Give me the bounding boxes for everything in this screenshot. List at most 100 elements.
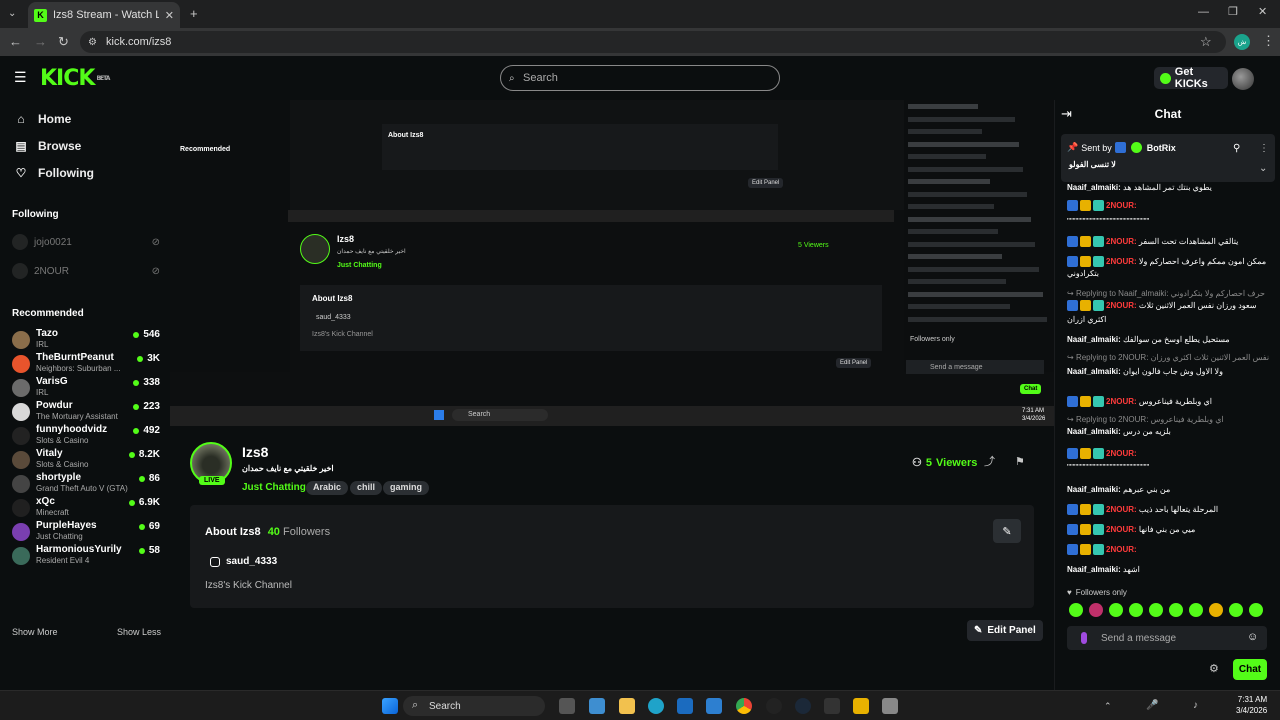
emoji-icon[interactable]: ☺ xyxy=(1247,631,1258,644)
chat-username[interactable]: 2NOUR xyxy=(1106,525,1134,534)
tray-chevron-icon[interactable]: ⌃ xyxy=(1104,700,1112,713)
instagram-link[interactable]: saud_4333 xyxy=(210,556,277,567)
chat-message[interactable]: 2NOUR: يتالقي المشاهدات تحت السفر xyxy=(1067,236,1275,248)
chat-username[interactable]: 2NOUR xyxy=(1106,257,1134,266)
speaker-icon[interactable]: ♪ xyxy=(1193,699,1198,712)
outlook-icon[interactable] xyxy=(706,698,722,714)
chat-username[interactable]: Naaif_almaiki xyxy=(1067,335,1118,344)
tag-chill[interactable]: chill xyxy=(350,481,383,495)
profile-icon[interactable]: ش xyxy=(1234,34,1250,50)
chat-message[interactable]: Naaif_almaiki: اشهد xyxy=(1067,564,1275,575)
user-avatar[interactable] xyxy=(1232,68,1254,90)
share-icon[interactable]: ⤴ xyxy=(984,456,995,469)
emote-icon[interactable] xyxy=(1149,603,1163,617)
following-item[interactable]: 2NOUR ⊘ xyxy=(12,263,160,279)
pinned-menu-icon[interactable]: ⋮ xyxy=(1259,142,1269,155)
chat-username[interactable]: 2NOUR xyxy=(1106,237,1134,246)
mod-icon[interactable]: ⚑ xyxy=(1015,456,1025,469)
chat-message[interactable]: """"""""""""""""""""""""""""" xyxy=(1067,216,1275,227)
chat-message[interactable]: 2NOUR: المرحلة يتعالها باحد ذيب xyxy=(1067,504,1275,516)
bookmark-star-icon[interactable]: ☆ xyxy=(1200,35,1212,48)
emote-icon[interactable] xyxy=(1209,603,1223,617)
chat-message[interactable]: اكثري ازران xyxy=(1067,314,1275,325)
emote-icon[interactable] xyxy=(1129,603,1143,617)
recommended-channel[interactable]: Vitaly Slots & Casino 8.2K xyxy=(12,448,160,470)
search-input[interactable]: ⌕ Search xyxy=(500,65,780,91)
chat-message[interactable]: Naaif_almaiki: من بني عبرهم xyxy=(1067,484,1275,495)
recommended-channel[interactable]: TheBurntPeanut Neighbors: Suburban ... 3K xyxy=(12,352,160,374)
chat-message[interactable]: 2NOUR: اي وبلطرية فيناعروس xyxy=(1067,396,1275,408)
nav-following[interactable]: ♡ Following xyxy=(14,166,94,180)
chat-username[interactable]: 2NOUR xyxy=(1106,301,1134,310)
chat-message[interactable]: Naaif_almaiki: مستحيل يطلع اوسخ من سوالف… xyxy=(1067,334,1275,345)
windows-start-icon[interactable] xyxy=(382,698,398,714)
chat-username[interactable]: 2NOUR xyxy=(1106,545,1134,554)
edit-panel-button[interactable]: ✎ Edit Panel xyxy=(967,620,1043,641)
chat-message[interactable]: 2NOUR: xyxy=(1067,544,1275,556)
chat-username[interactable]: Naaif_almaiki xyxy=(1067,485,1118,494)
url-field[interactable]: ⚙ kick.com/izs8 ☆ xyxy=(80,31,1226,53)
chat-username[interactable]: 2NOUR xyxy=(1106,449,1134,458)
chat-input[interactable]: Send a message ☺ xyxy=(1067,626,1267,650)
chrome-icon[interactable] xyxy=(736,698,752,714)
store-icon[interactable] xyxy=(589,698,605,714)
chat-message[interactable]: 2NOUR: ميي من بني فانها xyxy=(1067,524,1275,536)
nav-browse[interactable]: ▤ Browse xyxy=(14,139,81,153)
hamburger-menu-icon[interactable]: ☰ xyxy=(14,70,27,84)
tab-menu-icon[interactable]: ⌄ xyxy=(8,7,16,20)
chat-message[interactable]: ↪ Replying to 2NOUR: اي وبلطرية فيناعروس xyxy=(1067,414,1275,425)
mic-tray-icon[interactable]: 🎤 xyxy=(1146,699,1158,712)
chat-username[interactable]: 2NOUR xyxy=(1106,505,1134,514)
category-link[interactable]: Just Chatting xyxy=(242,482,306,493)
nav-home[interactable]: ⌂ Home xyxy=(14,112,71,126)
tag-arabic[interactable]: Arabic xyxy=(306,481,349,495)
restore-icon[interactable]: ❐ xyxy=(1228,6,1238,19)
emote-icon[interactable] xyxy=(1189,603,1203,617)
emote-icon[interactable] xyxy=(1109,603,1123,617)
steam-icon[interactable] xyxy=(795,698,811,714)
more-menu-icon[interactable]: ⋮ xyxy=(1262,34,1275,47)
chat-username[interactable]: 2NOUR xyxy=(1106,397,1134,406)
file-explorer-icon[interactable] xyxy=(619,698,635,714)
edit-pencil-button[interactable]: ✎ xyxy=(993,519,1021,543)
emote-icon[interactable] xyxy=(1229,603,1243,617)
chat-message[interactable]: """"""""""""""""""""""""""""" xyxy=(1067,462,1275,473)
emote-icon[interactable] xyxy=(1249,603,1263,617)
close-tab-icon[interactable]: ✕ xyxy=(165,9,174,22)
minimize-icon[interactable]: — xyxy=(1198,6,1209,19)
edge-icon[interactable] xyxy=(648,698,664,714)
unpin-icon[interactable]: ⚲ xyxy=(1233,142,1240,155)
new-tab-icon[interactable]: + xyxy=(190,7,198,20)
close-window-icon[interactable]: ✕ xyxy=(1258,6,1267,19)
recommended-channel[interactable]: PurpleHayes Just Chatting 69 xyxy=(12,520,160,542)
reload-icon[interactable]: ↻ xyxy=(58,35,69,48)
recommended-channel[interactable]: shortyple Grand Theft Auto V (GTA) 86 xyxy=(12,472,160,494)
get-kicks-button[interactable]: Get KICKs xyxy=(1154,66,1228,90)
chat-message[interactable]: Naaif_almaiki: بلزيه من درس xyxy=(1067,426,1275,437)
emote-icon[interactable] xyxy=(1169,603,1183,617)
chat-send-button[interactable]: Chat xyxy=(1233,659,1267,680)
kick-logo[interactable]: KICK BETA xyxy=(40,68,110,90)
recommended-channel[interactable]: Tazo IRL 546 xyxy=(12,328,160,350)
ms-store-icon[interactable] xyxy=(677,698,693,714)
back-icon[interactable]: ← xyxy=(9,35,22,48)
app-icon[interactable] xyxy=(853,698,869,714)
streamer-name[interactable]: Izs8 xyxy=(242,444,268,460)
chat-username[interactable]: Naaif_almaiki xyxy=(1067,367,1118,376)
mic-icon[interactable] xyxy=(1081,632,1087,644)
chat-message[interactable]: ↪ Replying to Naaif_almaiki: حرف احصاركم… xyxy=(1067,288,1275,299)
video-player[interactable]: Recommended About Izs8 Edit Panel Izs8 ا… xyxy=(170,100,1054,426)
following-item[interactable]: jojo0021 ⊘ xyxy=(12,234,160,250)
task-view-icon[interactable] xyxy=(559,698,575,714)
recommended-channel[interactable]: VarisG IRL 338 xyxy=(12,376,160,398)
taskbar-clock[interactable]: 7:31 AM 3/4/2026 xyxy=(1236,694,1267,716)
taskbar-search[interactable]: ⌕ Search xyxy=(403,696,545,716)
chat-message[interactable]: 2NOUR: xyxy=(1067,448,1275,460)
recommended-channel[interactable]: xQc Minecraft 6.9K xyxy=(12,496,160,518)
browser-tab[interactable]: K Izs8 Stream - Watch Live on Kick ✕ xyxy=(28,2,180,28)
chat-message[interactable]: 2NOUR: ممكن امون ممكم واعرف احصاركم ولا xyxy=(1067,256,1275,268)
emote-icon[interactable] xyxy=(1069,603,1083,617)
emote-icon[interactable] xyxy=(1089,603,1103,617)
chat-username[interactable]: Naaif_almaiki xyxy=(1067,427,1118,436)
chat-settings-icon[interactable]: ⚙ xyxy=(1209,663,1219,676)
